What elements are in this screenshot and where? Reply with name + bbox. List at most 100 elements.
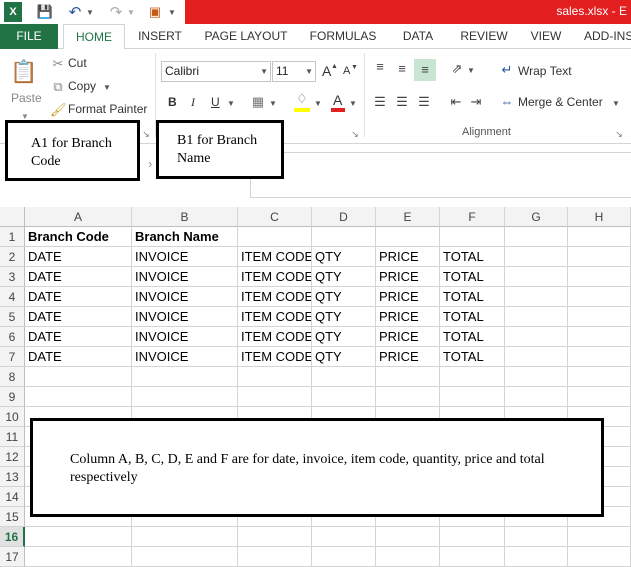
cell-d3[interactable]: QTY [312, 267, 376, 287]
cell-b1[interactable]: Branch Name [132, 227, 238, 247]
row-header-2[interactable]: 2 [0, 247, 25, 267]
fill-color-dropdown-icon[interactable]: ▼ [313, 96, 323, 112]
copy-icon[interactable]: ⧉ [50, 79, 66, 95]
cell-h17[interactable] [568, 547, 631, 567]
orientation-dropdown-icon[interactable]: ▼ [466, 63, 476, 79]
row-header-11[interactable]: 11 [0, 427, 25, 447]
merge-center-button[interactable]: Merge & Center [518, 95, 603, 109]
increase-indent-icon[interactable]: ⇥ [468, 94, 484, 110]
orientation-icon[interactable]: ⇗ [448, 61, 466, 77]
dialog-launcher-icon[interactable]: ↘ [350, 126, 360, 142]
cell-e16[interactable] [376, 527, 440, 547]
cell-f8[interactable] [440, 367, 505, 387]
redo-icon[interactable]: ↷ [107, 2, 125, 22]
undo-dropdown-icon[interactable]: ▼ [85, 2, 95, 22]
redo-dropdown-icon[interactable]: ▼ [126, 2, 136, 22]
cell-f17[interactable] [440, 547, 505, 567]
cell-e17[interactable] [376, 547, 440, 567]
cell-b6[interactable]: INVOICE [132, 327, 238, 347]
font-name-select[interactable]: Calibri ▼ [161, 61, 271, 82]
column-header-e[interactable]: E [376, 207, 440, 227]
cell-g6[interactable] [505, 327, 568, 347]
bottom-align-icon[interactable]: ≡ [414, 59, 436, 81]
dialog-launcher-icon[interactable]: ↘ [141, 126, 151, 142]
italic-button[interactable]: I [191, 95, 195, 110]
row-header-17[interactable]: 17 [0, 547, 25, 567]
column-header-g[interactable]: G [505, 207, 568, 227]
align-center-icon[interactable]: ☰ [394, 94, 410, 110]
cell-e4[interactable]: PRICE [376, 287, 440, 307]
cell-f1[interactable] [440, 227, 505, 247]
cell-d1[interactable] [312, 227, 376, 247]
row-header-16[interactable]: 16 [0, 527, 25, 547]
undo-icon[interactable]: ↶ [66, 2, 84, 22]
tab-insert[interactable]: INSERT [138, 24, 182, 49]
cell-b2[interactable]: INVOICE [132, 247, 238, 267]
cell-g9[interactable] [505, 387, 568, 407]
cell-h3[interactable] [568, 267, 631, 287]
cell-c4[interactable]: ITEM CODE [238, 287, 312, 307]
cell-a3[interactable]: DATE [25, 267, 132, 287]
column-header-d[interactable]: D [312, 207, 376, 227]
cell-d8[interactable] [312, 367, 376, 387]
cell-c7[interactable]: ITEM CODE [238, 347, 312, 367]
row-header-14[interactable]: 14 [0, 487, 25, 507]
cell-c9[interactable] [238, 387, 312, 407]
cell-g4[interactable] [505, 287, 568, 307]
cell-a9[interactable] [25, 387, 132, 407]
cell-b8[interactable] [132, 367, 238, 387]
tab-home[interactable]: HOME [63, 24, 125, 50]
cell-a17[interactable] [25, 547, 132, 567]
top-align-icon[interactable]: ≡ [372, 59, 388, 75]
cell-f2[interactable]: TOTAL [440, 247, 505, 267]
font-color-button[interactable]: A [333, 92, 342, 108]
select-all-corner[interactable] [0, 207, 25, 227]
customize-dropdown-icon[interactable]: ▼ [167, 2, 177, 22]
cell-g16[interactable] [505, 527, 568, 547]
cell-f3[interactable]: TOTAL [440, 267, 505, 287]
cell-e8[interactable] [376, 367, 440, 387]
cell-b9[interactable] [132, 387, 238, 407]
cell-f16[interactable] [440, 527, 505, 547]
row-header-13[interactable]: 13 [0, 467, 25, 487]
cell-a2[interactable]: DATE [25, 247, 132, 267]
cell-c8[interactable] [238, 367, 312, 387]
cell-g3[interactable] [505, 267, 568, 287]
cell-c1[interactable] [238, 227, 312, 247]
row-header-10[interactable]: 10 [0, 407, 25, 427]
cell-e3[interactable]: PRICE [376, 267, 440, 287]
row-header-5[interactable]: 5 [0, 307, 25, 327]
cell-b5[interactable]: INVOICE [132, 307, 238, 327]
cell-b4[interactable]: INVOICE [132, 287, 238, 307]
row-header-3[interactable]: 3 [0, 267, 25, 287]
fill-color-icon[interactable]: ♢ [294, 91, 310, 107]
row-header-7[interactable]: 7 [0, 347, 25, 367]
tab-page-layout[interactable]: PAGE LAYOUT [203, 24, 289, 49]
column-header-a[interactable]: A [25, 207, 132, 227]
cell-a16[interactable] [25, 527, 132, 547]
decrease-indent-icon[interactable]: ⇤ [448, 94, 464, 110]
paste-button-label[interactable]: Paste [11, 91, 42, 105]
cell-g7[interactable] [505, 347, 568, 367]
cell-d16[interactable] [312, 527, 376, 547]
cell-b3[interactable]: INVOICE [132, 267, 238, 287]
underline-dropdown-icon[interactable]: ▼ [226, 96, 236, 112]
tab-file[interactable]: FILE [0, 24, 58, 49]
customize-icon[interactable]: ▣ [146, 2, 164, 22]
formula-bar-arrow-icon[interactable]: › [148, 156, 152, 171]
font-color-dropdown-icon[interactable]: ▼ [348, 96, 358, 112]
cell-g2[interactable] [505, 247, 568, 267]
cell-h7[interactable] [568, 347, 631, 367]
cut-button[interactable]: Cut [68, 56, 87, 70]
cell-a7[interactable]: DATE [25, 347, 132, 367]
cell-e6[interactable]: PRICE [376, 327, 440, 347]
cell-e5[interactable]: PRICE [376, 307, 440, 327]
tab-formulas[interactable]: FORMULAS [308, 24, 378, 49]
tab-review[interactable]: REVIEW [458, 24, 510, 49]
cell-e7[interactable]: PRICE [376, 347, 440, 367]
grow-font-button[interactable]: A [322, 63, 331, 79]
wrap-text-icon[interactable]: ↵ [499, 62, 515, 78]
cell-d17[interactable] [312, 547, 376, 567]
column-header-b[interactable]: B [132, 207, 238, 227]
paste-icon[interactable]: 📋 [10, 57, 38, 87]
